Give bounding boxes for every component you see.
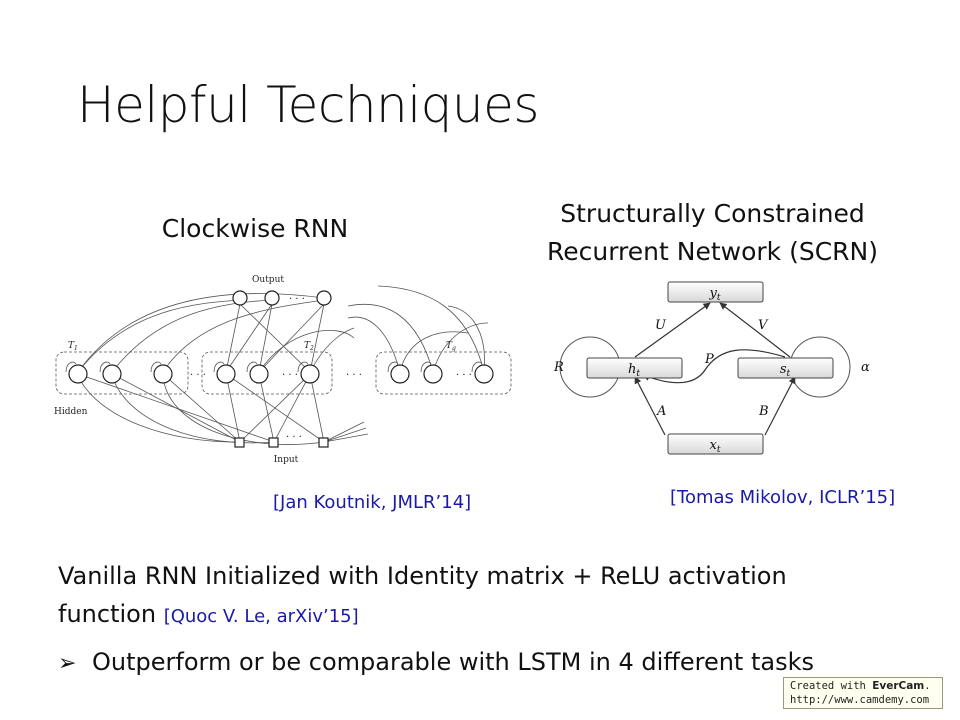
dots-between-modules: · · · <box>346 370 362 381</box>
output-label: Output <box>252 275 284 285</box>
le-citation: [Quoc V. Le, arXiv’15] <box>163 606 359 627</box>
input-node <box>318 437 329 448</box>
output-node <box>264 290 280 306</box>
hidden-node <box>474 364 494 384</box>
loop-alpha-label: α <box>861 360 870 375</box>
koutnik-citation: [Jan Koutnik, JMLR’14] <box>273 492 472 513</box>
body-line-1: Vanilla RNN Initialized with Identity ma… <box>58 562 787 590</box>
hidden-node <box>68 364 88 384</box>
tg-label: Tg <box>446 341 456 352</box>
dots-output: · · · <box>289 294 305 305</box>
loop-R-label: R <box>553 360 564 375</box>
watermark-brand: EverCam <box>872 680 925 692</box>
scrn-heading: Structurally Constrained Recurrent Netwo… <box>530 195 895 271</box>
scrn-diagram: yt ht st xt U V P A B R α <box>553 281 870 455</box>
t1-label: T1 <box>68 341 78 352</box>
slide-title: Helpful Techniques <box>77 76 539 134</box>
evercam-watermark: Created with EverCam. http://www.camdemy… <box>783 677 943 709</box>
bullet-text: Outperform or be comparable with LSTM in… <box>92 648 814 676</box>
mikolov-citation: [Tomas Mikolov, ICLR’15] <box>670 487 896 508</box>
body-line-2: function [Quoc V. Le, arXiv’15] <box>58 600 359 628</box>
hidden-label: Hidden <box>54 407 88 417</box>
edge-A-label: A <box>656 404 666 419</box>
input-node <box>268 437 279 448</box>
edge-V <box>719 302 791 358</box>
output-node <box>316 290 332 306</box>
hidden-node <box>249 364 269 384</box>
bullet-arrow-icon: ➢ <box>58 651 77 676</box>
hidden-node <box>153 364 173 384</box>
input-node <box>234 437 245 448</box>
hidden-node <box>423 364 443 384</box>
scrn-heading-line2: Recurrent Network (SCRN) <box>547 237 878 266</box>
output-node <box>232 290 248 306</box>
clockwise-rnn-diagram: Output Input Hidden T1 T2 Tg · · · · · ·… <box>54 275 512 465</box>
edge-U <box>634 302 711 358</box>
scrn-heading-line1: Structurally Constrained <box>560 199 865 228</box>
clockwise-rnn-heading: Clockwise RNN <box>161 214 349 243</box>
body-line-2-text: function <box>58 600 157 628</box>
edge-V-label: V <box>758 318 769 333</box>
hidden-node <box>102 364 122 384</box>
t2-label: T2 <box>304 341 314 352</box>
hidden-node <box>216 364 236 384</box>
watermark-line1: Created with EverCam. <box>790 680 931 692</box>
bullet-item: ➢ Outperform or be comparable with LSTM i… <box>58 648 814 676</box>
input-label: Input <box>274 455 299 465</box>
dots-hidden-g: · · · <box>456 370 472 381</box>
dots-input: · · · <box>286 432 302 443</box>
dots-hidden-2: · · · <box>282 370 298 381</box>
edge-B-label: B <box>758 404 769 419</box>
watermark-url: http://www.camdemy.com <box>790 694 930 706</box>
edge-P-label: P <box>704 352 714 367</box>
edge-B <box>764 376 796 436</box>
hidden-node <box>300 364 320 384</box>
dots-hidden-1: · · · <box>190 370 206 381</box>
edge-U-label: U <box>655 318 667 333</box>
hidden-node <box>390 364 410 384</box>
